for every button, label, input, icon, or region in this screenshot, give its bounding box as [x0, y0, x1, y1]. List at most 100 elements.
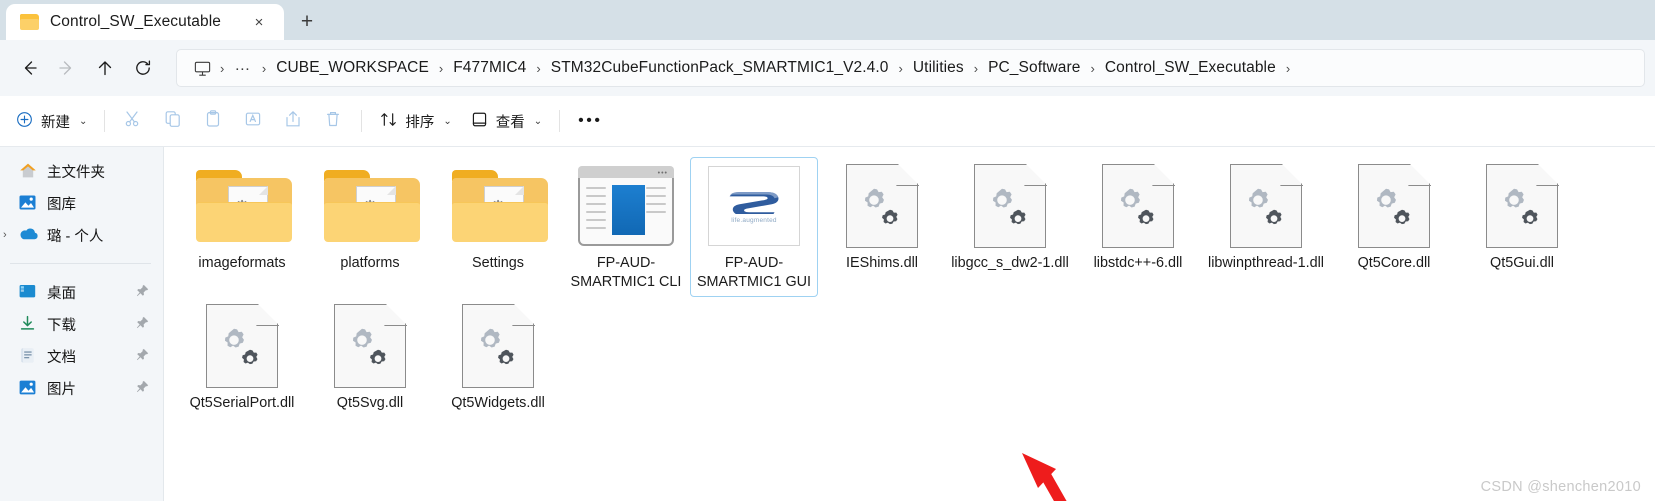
view-button[interactable]: 查看 ⌄ [461, 104, 551, 138]
new-button-label: 新建 [41, 114, 70, 131]
folder-icon: ⚙ [194, 164, 292, 248]
breadcrumb-separator: › [438, 60, 444, 76]
st-logo-icon [729, 192, 779, 214]
back-button[interactable] [10, 49, 48, 87]
breadcrumb-item-4[interactable]: PC_Software [980, 55, 1088, 81]
sort-icon [379, 110, 398, 133]
sidebar-item-label: 图片 [47, 381, 76, 398]
sort-button-label: 排序 [405, 114, 435, 131]
forward-button[interactable] [48, 49, 86, 87]
navigation-pane: 主文件夹 图库 › 璐 - 个人 桌面 下载 文档 图片 [0, 147, 164, 501]
toolbar-divider [361, 110, 363, 132]
gear-icon [1010, 209, 1026, 225]
tab-control-sw-executable[interactable]: Control_SW_Executable × [6, 4, 284, 40]
sidebar-item-label: 主文件夹 [47, 164, 105, 181]
file-name: libgcc_s_dw2-1.dll [951, 255, 1069, 271]
cli-application-icon: ••• [578, 164, 674, 248]
dll-file-icon [1090, 163, 1186, 248]
home-icon [18, 162, 38, 180]
file-item[interactable]: Qt5Gui.dll [1458, 157, 1586, 297]
breadcrumb-item-2[interactable]: STM32CubeFunctionPack_SMARTMIC1_V2.4.0 [543, 55, 897, 81]
file-item[interactable]: Qt5SerialPort.dll [178, 297, 306, 418]
file-item[interactable]: libgcc_s_dw2-1.dll [946, 157, 1074, 297]
sidebar-item-home[interactable]: 主文件夹 [0, 155, 163, 187]
file-item[interactable]: Qt5Core.dll [1330, 157, 1458, 297]
breadcrumb-separator: › [261, 60, 267, 76]
delete-button[interactable] [313, 104, 353, 138]
pictures-icon [18, 379, 38, 397]
breadcrumb-item-0[interactable]: CUBE_WORKSPACE [268, 55, 437, 81]
file-item[interactable]: libwinpthread-1.dll [1202, 157, 1330, 297]
sidebar-item-documents[interactable]: 文档 [0, 340, 163, 372]
file-item[interactable]: IEShims.dll [818, 157, 946, 297]
more-options-button[interactable]: ••• [568, 104, 612, 138]
up-button[interactable] [86, 49, 124, 87]
refresh-button[interactable] [124, 49, 162, 87]
documents-icon [18, 347, 38, 365]
close-icon[interactable]: × [246, 9, 272, 35]
file-list-view[interactable]: ⚙ imageformats ⚙ platforms ⚙ [164, 147, 1655, 501]
folder-icon: ⚙ [450, 164, 548, 248]
file-name: FP-AUD-SMARTMIC1 CLI [570, 255, 682, 290]
sort-button[interactable]: 排序 ⌄ [370, 104, 460, 138]
rename-icon [243, 109, 263, 133]
downloads-icon [18, 315, 38, 333]
breadcrumb-separator: › [973, 60, 979, 76]
breadcrumb-separator: › [1090, 60, 1095, 76]
breadcrumb-separator: › [536, 60, 541, 76]
folder-icon [20, 14, 39, 30]
sidebar-item-downloads[interactable]: 下载 [0, 308, 163, 340]
breadcrumb[interactable]: › … › CUBE_WORKSPACE › F477MIC4 › STM32C… [176, 49, 1645, 87]
toolbar-divider [104, 110, 106, 132]
file-item[interactable]: Qt5Widgets.dll [434, 297, 562, 418]
paste-button[interactable] [193, 104, 233, 138]
this-pc-icon[interactable] [185, 59, 218, 78]
file-item[interactable]: ⚙ platforms [306, 157, 434, 297]
pin-icon[interactable] [136, 348, 149, 365]
file-item[interactable]: libstdc++-6.dll [1074, 157, 1202, 297]
new-tab-button[interactable]: + [284, 4, 330, 40]
dll-file-icon [322, 303, 418, 388]
sidebar-item-onedrive[interactable]: › 璐 - 个人 [0, 219, 163, 251]
copy-icon [163, 109, 183, 133]
sidebar-item-desktop[interactable]: 桌面 [0, 276, 163, 308]
file-item[interactable]: ⚙ Settings [434, 157, 562, 297]
file-name: Qt5Gui.dll [1490, 255, 1554, 271]
file-item[interactable]: Qt5Svg.dll [306, 297, 434, 418]
rename-button[interactable] [233, 104, 273, 138]
share-button[interactable] [273, 104, 313, 138]
folder-icon: ⚙ [322, 164, 420, 248]
new-button[interactable]: 新建 ⌄ [6, 104, 96, 138]
file-name: Qt5Widgets.dll [451, 395, 545, 411]
dll-file-icon [1346, 163, 1442, 248]
breadcrumb-item-3[interactable]: Utilities [905, 55, 972, 81]
cut-button[interactable] [113, 104, 153, 138]
file-item[interactable]: ••• FP-AUD-SMARTMIC1 CLI [562, 157, 690, 297]
chevron-right-icon[interactable]: › [3, 229, 7, 241]
dll-file-icon [1474, 163, 1570, 248]
dll-file-icon [194, 303, 290, 388]
sidebar-item-label: 图库 [47, 196, 76, 213]
sidebar-item-pictures[interactable]: 图片 [0, 372, 163, 404]
pin-icon[interactable] [136, 380, 149, 397]
pin-icon[interactable] [136, 284, 149, 301]
breadcrumb-separator: › [1285, 60, 1291, 76]
breadcrumb-overflow[interactable]: … [226, 53, 260, 84]
copy-button[interactable] [153, 104, 193, 138]
chevron-down-icon: ⌄ [79, 115, 88, 127]
gear-icon [498, 349, 514, 365]
tab-strip: Control_SW_Executable × + [0, 0, 1655, 40]
file-name: Qt5Svg.dll [336, 395, 404, 411]
file-name: libstdc++-6.dll [1093, 255, 1183, 271]
gear-icon [882, 209, 898, 225]
plus-circle-icon [15, 110, 34, 133]
share-icon [283, 109, 303, 133]
breadcrumb-item-5[interactable]: Control_SW_Executable [1097, 55, 1284, 81]
file-item-selected[interactable]: life.augmented FP-AUD-SMARTMIC1 GUI [690, 157, 818, 297]
gear-icon [1394, 209, 1410, 225]
file-item[interactable]: ⚙ imageformats [178, 157, 306, 297]
pin-icon[interactable] [136, 316, 149, 333]
trash-icon [323, 109, 343, 133]
breadcrumb-item-1[interactable]: F477MIC4 [445, 55, 534, 81]
sidebar-item-gallery[interactable]: 图库 [0, 187, 163, 219]
